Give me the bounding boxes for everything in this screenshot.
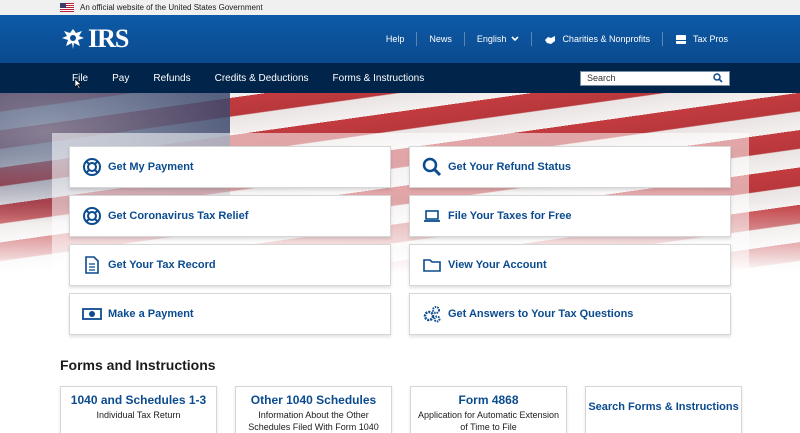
card-label: Get Your Tax Record (108, 259, 216, 271)
lifebuoy-icon (83, 207, 101, 225)
form-card-search[interactable]: Search Forms & Instructions (585, 386, 742, 433)
header-links: Help News English Charities & Nonprofits… (374, 32, 740, 46)
laptop-icon (424, 210, 440, 222)
card-get-my-payment[interactable]: Get My Payment (69, 146, 391, 188)
main-nav: File Pay Refunds Credits & Deductions Fo… (0, 63, 800, 93)
form-card-title: Form 4868 (458, 393, 519, 407)
form-card-1040[interactable]: 1040 and Schedules 1-3 Individual Tax Re… (60, 386, 217, 433)
language-label: English (476, 34, 507, 44)
gears-icon (423, 306, 441, 323)
card-tax-questions[interactable]: Get Answers to Your Tax Questions (409, 293, 731, 335)
card-view-account[interactable]: View Your Account (409, 244, 731, 286)
card-label: Get Coronavirus Tax Relief (108, 210, 249, 222)
search-icon[interactable] (713, 73, 723, 83)
nav-pay[interactable]: Pay (100, 73, 141, 84)
nav-credits-deductions[interactable]: Credits & Deductions (203, 73, 321, 84)
charities-link[interactable]: Charities & Nonprofits (531, 32, 662, 46)
card-file-free[interactable]: File Your Taxes for Free (409, 195, 731, 237)
logo-text: IRS (88, 24, 129, 53)
form-card-title: Other 1040 Schedules (250, 393, 377, 407)
charities-link-label: Charities & Nonprofits (562, 34, 650, 44)
mouse-cursor-icon (75, 79, 82, 89)
form-card-title: 1040 and Schedules 1-3 (70, 393, 207, 407)
briefcase-icon (675, 34, 686, 44)
search-input[interactable] (587, 73, 713, 83)
quick-links-grid: Get My Payment Get Your Refund Status Ge… (69, 146, 731, 335)
card-refund-status[interactable]: Get Your Refund Status (409, 146, 731, 188)
site-header: IRS Help News English Charities & Nonpro… (0, 15, 800, 63)
news-link-label: News (429, 34, 452, 44)
card-label: Get Answers to Your Tax Questions (448, 308, 634, 320)
news-link[interactable]: News (416, 32, 464, 46)
magnifier-icon (422, 157, 442, 177)
card-label: Get Your Refund Status (448, 161, 572, 173)
card-label: View Your Account (448, 259, 547, 271)
folder-icon (423, 259, 441, 272)
form-card-title: Search Forms & Instructions (588, 401, 739, 413)
forms-section-title: Forms and Instructions (60, 357, 216, 373)
card-label: Make a Payment (108, 308, 194, 320)
handshake-icon (545, 35, 556, 44)
eagle-icon (62, 29, 84, 49)
nav-forms-instructions[interactable]: Forms & Instructions (321, 73, 437, 84)
form-card-other-schedules[interactable]: Other 1040 Schedules Information About t… (235, 386, 392, 433)
help-link[interactable]: Help (374, 32, 417, 46)
search-box (580, 70, 730, 86)
card-label: File Your Taxes for Free (448, 210, 572, 222)
irs-logo[interactable]: IRS (60, 24, 129, 54)
card-make-payment[interactable]: Make a Payment (69, 293, 391, 335)
forms-grid: 1040 and Schedules 1-3 Individual Tax Re… (60, 386, 742, 433)
language-dropdown[interactable]: English (463, 32, 532, 46)
chevron-down-icon (511, 36, 520, 42)
nav-refunds[interactable]: Refunds (141, 73, 202, 84)
gov-banner-text: An official website of the United States… (80, 3, 263, 12)
dollar-bill-icon (82, 308, 102, 320)
help-link-label: Help (385, 34, 405, 44)
form-card-desc: Individual Tax Return (96, 410, 181, 420)
card-tax-record[interactable]: Get Your Tax Record (69, 244, 391, 286)
form-card-4868[interactable]: Form 4868 Application for Automatic Exte… (410, 386, 567, 433)
card-coronavirus-relief[interactable]: Get Coronavirus Tax Relief (69, 195, 391, 237)
document-icon (85, 256, 99, 274)
form-card-desc: Information About the Other Schedules Fi… (248, 410, 379, 432)
tax-pros-link-label: Tax Pros (692, 34, 728, 44)
lifebuoy-icon (83, 158, 101, 176)
form-card-desc: Application for Automatic Extension of T… (417, 410, 560, 432)
tax-pros-link[interactable]: Tax Pros (661, 32, 740, 46)
card-label: Get My Payment (108, 161, 194, 173)
gov-banner: An official website of the United States… (0, 0, 800, 15)
us-flag-icon (60, 3, 74, 12)
